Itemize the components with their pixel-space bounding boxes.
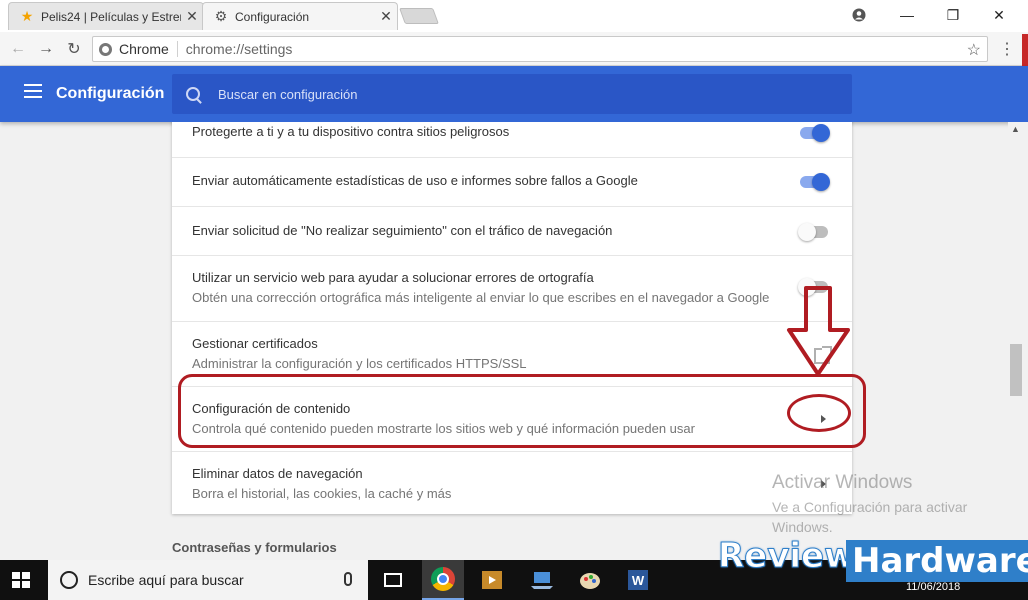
setting-row-usage-stats[interactable]: Enviar automáticamente estadísticas de u… [172,158,852,207]
microphone-icon[interactable] [344,572,352,586]
setting-row-safe-browsing[interactable]: Protegerte a ti y a tu dispositivo contr… [172,122,852,158]
tab-pelis24[interactable]: ★ Pelis24 | Películas y Estren ✕ [8,2,204,30]
bookmark-star-icon[interactable]: ☆ [967,40,981,60]
taskbar-date: 11/06/2018 [906,581,961,593]
page-title: Configuración [56,85,165,102]
close-window-button[interactable]: ✕ [976,0,1022,30]
forward-icon[interactable]: → [34,37,58,61]
review-hardware-logo: Review [718,536,857,577]
tab-title: Configuración [235,9,310,24]
minimize-button[interactable]: — [884,0,930,30]
setting-title: Utilizar un servicio web para ayudar a s… [192,270,594,285]
site-chip-label: Chrome [119,41,169,57]
media-player-icon[interactable] [478,566,506,594]
cortana-icon [60,571,78,589]
taskbar-search-placeholder: Escribe aquí para buscar [88,572,244,588]
annotation-highlight-box [178,374,866,448]
setting-row-clear-data[interactable]: Eliminar datos de navegación Borra el hi… [172,452,852,514]
gear-icon: ⚙ [214,8,228,24]
hamburger-menu-icon[interactable] [24,84,42,98]
setting-subtitle: Administrar la configuración y los certi… [192,356,527,371]
star-icon: ★ [20,8,34,24]
close-icon[interactable]: ✕ [375,8,397,25]
word-app-icon[interactable]: W [624,566,652,594]
tab-strip: ★ Pelis24 | Películas y Estren ✕ ⚙ Confi… [0,0,1028,32]
activate-windows-title: Activar Windows [772,472,913,493]
section-title-passwords: Contraseñas y formularios [172,540,337,555]
setting-title: Enviar automáticamente estadísticas de u… [192,173,638,188]
search-placeholder: Buscar en configuración [218,86,358,102]
url-text[interactable]: chrome://settings [178,41,293,57]
back-icon[interactable]: ← [6,37,30,61]
address-bar[interactable]: Chrome chrome://settings ☆ [92,36,988,62]
activate-windows-subtitle: Ve a Configuración para activar Windows. [772,499,968,535]
site-chip[interactable]: Chrome [93,41,178,57]
scrollbar[interactable] [1008,122,1028,560]
settings-search-input[interactable]: Buscar en configuración [172,74,852,114]
settings-header: Configuración Buscar en configuración [0,66,1028,122]
toggle-switch[interactable] [798,173,830,191]
toggle-switch[interactable] [798,223,830,241]
windows-start-icon[interactable] [12,572,30,588]
browser-toolbar: ← → ↻ Chrome chrome://settings ☆ ⋮ [0,32,1028,66]
reload-icon[interactable]: ↻ [62,37,86,61]
setting-row-do-not-track[interactable]: Enviar solicitud de "No realizar seguimi… [172,207,852,256]
annotation-down-arrow [787,286,850,376]
menu-dots-icon[interactable]: ⋮ [999,39,1015,59]
paint-app-icon[interactable] [576,566,604,594]
chrome-icon [99,42,112,56]
settings-content: Protegerte a ti y a tu dispositivo contr… [0,122,1028,560]
task-view-icon[interactable] [384,573,402,587]
toggle-switch[interactable] [798,124,830,142]
chrome-taskbar-button[interactable] [422,560,464,600]
review-hardware-logo-box: Hardware [846,540,1028,582]
tab-title: Pelis24 | Películas y Estren [41,9,181,24]
maximize-button[interactable]: ❐ [930,0,976,30]
setting-row-spell-check[interactable]: Utilizar un servicio web para ayudar a s… [172,256,852,322]
close-icon[interactable]: ✕ [181,8,203,25]
taskbar-search-input[interactable]: Escribe aquí para buscar [48,560,368,600]
scrollbar-thumb[interactable] [1010,344,1022,396]
tab-configuracion[interactable]: ⚙ Configuración ✕ [202,2,398,30]
svg-text:W: W [632,573,645,588]
search-icon [186,87,200,101]
scroll-up-icon[interactable]: ▲ [1011,124,1020,134]
new-tab-button[interactable] [399,8,439,24]
setting-title: Enviar solicitud de "No realizar seguimi… [192,223,613,238]
setting-title: Gestionar certificados [192,336,318,351]
settings-card: Protegerte a ti y a tu dispositivo contr… [172,122,852,514]
setting-title: Protegerte a ti y a tu dispositivo contr… [192,124,510,139]
laptop-app-icon[interactable] [528,566,556,594]
annotation-ellipse [787,394,851,432]
setting-title: Eliminar datos de navegación [192,466,363,481]
chrome-taskbar-icon [431,567,455,591]
profile-icon[interactable] [836,0,882,30]
setting-subtitle: Borra el historial, las cookies, la cach… [192,486,452,501]
setting-subtitle: Obtén una corrección ortográfica más int… [192,290,770,305]
